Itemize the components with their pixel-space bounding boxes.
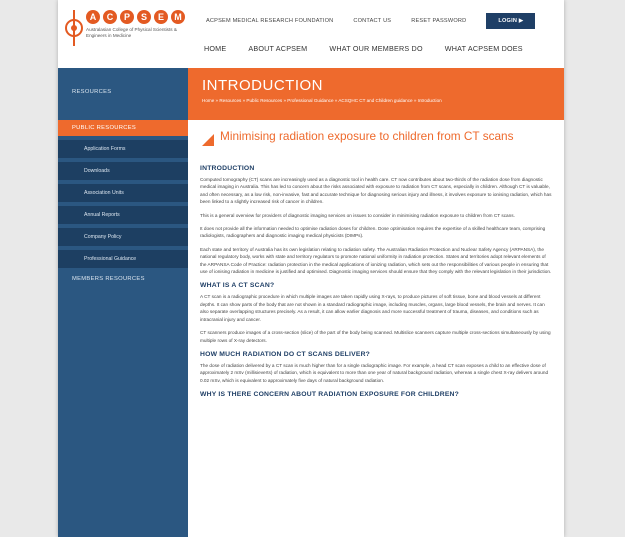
paragraph: Computed tomography (CT) scans are incre… bbox=[200, 177, 552, 205]
login-button[interactable]: LOGIN ▶ bbox=[486, 13, 536, 29]
nav-about[interactable]: ABOUT ACPSEM bbox=[248, 44, 307, 53]
sidebar-item-resources[interactable]: RESOURCES bbox=[58, 68, 188, 116]
sidebar-subitem-application-forms[interactable]: Application Forms bbox=[58, 140, 188, 158]
sidebar-subitem-label: Downloads bbox=[84, 168, 110, 174]
logo-emblem-icon bbox=[65, 10, 83, 46]
utility-bar: ACPSEM MEDICAL RESEARCH FOUNDATION CONTA… bbox=[206, 13, 536, 29]
paragraph: Each state and territory of Australia ha… bbox=[200, 246, 552, 275]
article-title-row: Minimising radiation exposure to childre… bbox=[200, 128, 552, 158]
article-title: Minimising radiation exposure to childre… bbox=[220, 129, 514, 143]
sidebar-item-public-resources[interactable]: PUBLIC RESOURCES bbox=[58, 120, 188, 136]
sidebar-item-label: RESOURCES bbox=[72, 89, 112, 95]
nav-acpsem-does[interactable]: WHAT ACPSEM DOES bbox=[445, 44, 523, 53]
sidebar-item-members-resources[interactable]: MEMBERS RESOURCES bbox=[58, 268, 188, 290]
logo-letter: E bbox=[154, 10, 168, 24]
page-frame: A C P S E M Australasian College of Phys… bbox=[58, 0, 564, 537]
reset-password-link[interactable]: RESET PASSWORD bbox=[411, 18, 466, 24]
paragraph: This is a general overview for providers… bbox=[200, 212, 515, 218]
section-heading: HOW MUCH RADIATION DO CT SCANS DELIVER? bbox=[200, 350, 371, 358]
section-heading: WHY IS THERE CONCERN ABOUT RADIATION EXP… bbox=[200, 391, 460, 399]
sidebar-subitem-downloads[interactable]: Downloads bbox=[58, 162, 188, 180]
sidebar-subitem-label: Association Units bbox=[84, 190, 124, 196]
sidebar-subitem-professional-guidance[interactable]: Professional Guidance bbox=[58, 250, 188, 268]
logo-letter: P bbox=[120, 10, 134, 24]
article-content: Minimising radiation exposure to childre… bbox=[200, 128, 552, 402]
nav-home[interactable]: HOME bbox=[204, 44, 226, 53]
sidebar-item-label: MEMBERS RESOURCES bbox=[72, 276, 145, 282]
sidebar-subitem-label: Annual Reports bbox=[84, 212, 120, 218]
sidebar-item-label: PUBLIC RESOURCES bbox=[72, 125, 137, 131]
main-nav: HOME ABOUT ACPSEM WHAT OUR MEMBERS DO WH… bbox=[204, 44, 545, 53]
logo-letters: A C P S E M bbox=[86, 10, 185, 24]
contact-us-link[interactable]: CONTACT US bbox=[353, 18, 391, 24]
paragraph: The dose of radiation delivered by a CT … bbox=[200, 362, 549, 383]
section-heading: INTRODUCTION bbox=[200, 165, 255, 172]
sidebar-subitem-annual-reports[interactable]: Annual Reports bbox=[58, 206, 188, 224]
page-title: INTRODUCTION bbox=[202, 77, 323, 94]
sidebar-subitem-association-units[interactable]: Association Units bbox=[58, 184, 188, 202]
logo-letter: A bbox=[86, 10, 100, 24]
logo-letter: C bbox=[103, 10, 117, 24]
research-foundation-link[interactable]: ACPSEM MEDICAL RESEARCH FOUNDATION bbox=[206, 18, 333, 24]
paragraph: CT scanners produce images of a cross-se… bbox=[200, 330, 551, 343]
breadcrumb[interactable]: Home » Resources » Public Resources » Pr… bbox=[202, 98, 502, 104]
logo-letter: S bbox=[137, 10, 151, 24]
sidebar-subitem-label: Application Forms bbox=[84, 146, 126, 152]
acpsem-logo[interactable]: A C P S E M Australasian College of Phys… bbox=[64, 8, 188, 60]
sidebar-submenu: Application Forms Downloads Association … bbox=[58, 140, 188, 268]
sidebar: RESOURCES PUBLIC RESOURCES Application F… bbox=[58, 68, 188, 537]
sidebar-subitem-label: Professional Guidance bbox=[84, 256, 137, 262]
sidebar-subitem-company-policy[interactable]: Company Policy bbox=[58, 228, 188, 246]
paragraph: A CT scan is a radiographic procedure in… bbox=[200, 294, 545, 322]
site-header: A C P S E M Australasian College of Phys… bbox=[58, 0, 564, 68]
section-heading: WHAT IS A CT SCAN? bbox=[200, 282, 275, 290]
title-triangle-icon bbox=[202, 134, 214, 146]
logo-letter: M bbox=[171, 10, 185, 24]
logo-subtitle: Australasian College of Physical Scienti… bbox=[86, 27, 177, 38]
page-banner: INTRODUCTION Home » Resources » Public R… bbox=[188, 68, 564, 120]
nav-members-do[interactable]: WHAT OUR MEMBERS DO bbox=[329, 44, 422, 53]
paragraph: It does not provide all the information … bbox=[200, 226, 546, 239]
sidebar-subitem-label: Company Policy bbox=[84, 234, 122, 240]
